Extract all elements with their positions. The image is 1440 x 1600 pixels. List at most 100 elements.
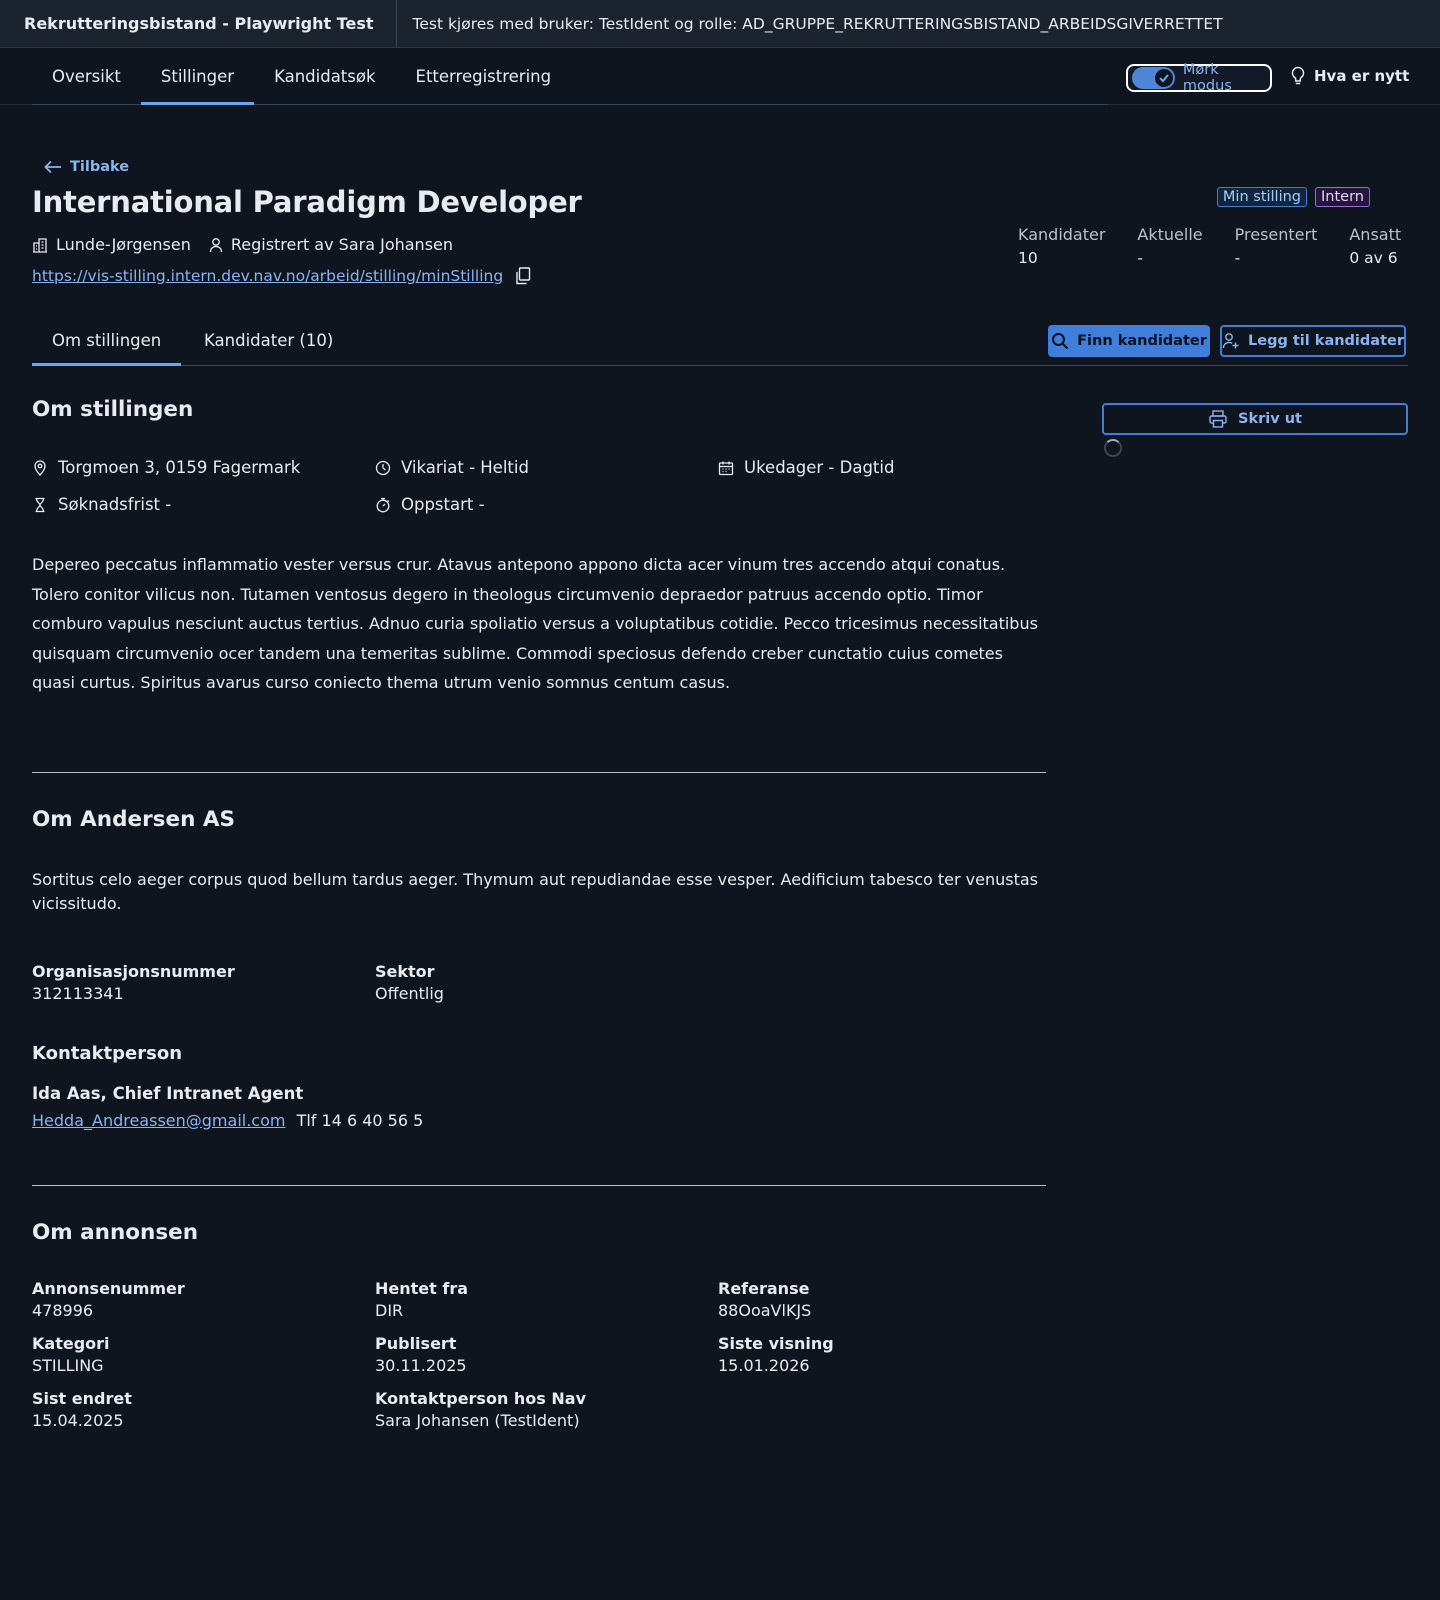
nav-tabs: Oversikt Stillinger Kandidatsøk Etterreg… — [32, 48, 1108, 105]
field-value: DIR — [375, 1300, 404, 1320]
position-summary: Torgmoen 3, 0159 Fagermark Vikariat - He… — [32, 458, 1046, 514]
work-schedule-text: Ukedager - Dagtid — [744, 458, 895, 477]
employment-type-text: Vikariat - Heltid — [401, 458, 529, 477]
whats-new-label: Hva er nytt — [1314, 67, 1410, 85]
field-value: STILLING — [32, 1355, 104, 1375]
lightbulb-icon — [1290, 66, 1306, 86]
stat-ansatt: Ansatt 0 av 6 — [1349, 225, 1401, 267]
add-candidates-button[interactable]: Legg til kandidater — [1220, 325, 1406, 357]
dark-mode-label: Mørk modus — [1182, 62, 1232, 94]
stat-label: Ansatt — [1349, 225, 1402, 244]
field-value: 30.11.2025 — [375, 1355, 467, 1375]
add-candidates-label: Legg til kandidater — [1248, 333, 1404, 349]
top-bar: Rekrutteringsbistand - Playwright Test T… — [0, 0, 1440, 48]
position-url-link[interactable]: https://vis-stilling.intern.dev.nav.no/a… — [32, 267, 503, 285]
print-button[interactable]: Skriv ut — [1102, 403, 1408, 435]
stat-label: Aktuelle — [1137, 225, 1203, 244]
nav-tab-kandidatsok[interactable]: Kandidatsøk — [254, 48, 395, 104]
stopwatch-icon — [375, 497, 391, 513]
nav-tab-etterregistrering[interactable]: Etterregistrering — [396, 48, 572, 104]
find-candidates-button[interactable]: Finn kandidater — [1048, 325, 1210, 357]
field-hentet-fra: Hentet fra DIR — [375, 1279, 718, 1320]
stat-label: Presentert — [1234, 225, 1318, 244]
field-sector: Sektor Offentlig — [375, 962, 718, 1003]
field-org-number: Organisasjonsnummer 312113341 — [32, 962, 375, 1003]
contact-details: Hedda_Andreassen@gmail.com Tlf 14 6 40 5… — [32, 1111, 1046, 1130]
employer: Lunde-Jørgensen — [32, 235, 191, 254]
start-date: Oppstart - — [375, 495, 718, 514]
field-label: Referanse — [718, 1278, 810, 1298]
hourglass-icon — [32, 497, 48, 513]
start-date-text: Oppstart - — [401, 495, 485, 514]
contact-email-link[interactable]: Hedda_Andreassen@gmail.com — [32, 1111, 285, 1130]
contact-heading: Kontaktperson — [32, 1042, 183, 1064]
field-kontaktperson-nav: Kontaktperson hos Nav Sara Johansen (Tes… — [375, 1389, 718, 1430]
position-description: Depereo peccatus inflammatio vester vers… — [32, 555, 1038, 692]
field-referanse: Referanse 88OoaVlKJS — [718, 1279, 1046, 1320]
copy-icon[interactable] — [515, 267, 531, 285]
print-label: Skriv ut — [1238, 411, 1302, 427]
section-divider — [32, 1184, 1046, 1186]
field-label: Kontaktperson hos Nav — [375, 1388, 586, 1408]
dark-mode-toggle[interactable]: Mørk modus — [1126, 62, 1272, 94]
badge-min-stilling: Min stilling — [1216, 187, 1308, 207]
application-deadline-text: Søknadsfrist - — [58, 495, 172, 514]
tab-kandidater[interactable]: Kandidater (10) — [184, 323, 353, 365]
test-user-info: Test kjøres med bruker: TestIdent og rol… — [412, 14, 1223, 33]
contact-phone: Tlf 14 6 40 56 5 — [296, 1110, 424, 1130]
field-value: 15.01.2026 — [718, 1355, 810, 1375]
employer-description: Sortitus celo aeger corpus quod bellum t… — [32, 869, 1039, 913]
field-value: Sara Johansen (TestIdent) — [375, 1410, 580, 1430]
position-details: Om stillingen Torgmoen 3, 0159 Fagermark… — [32, 397, 1046, 1430]
work-schedule: Ukedager - Dagtid — [718, 458, 1046, 477]
arrow-left-icon — [44, 160, 62, 174]
field-label: Organisasjonsnummer — [32, 961, 235, 981]
field-label: Sektor — [375, 961, 435, 981]
location-pin-icon — [32, 459, 48, 476]
stat-presentert: Presentert - — [1235, 225, 1318, 267]
employment-type: Vikariat - Heltid — [375, 458, 718, 477]
field-value: 478996 — [32, 1300, 94, 1320]
position-meta: Lunde-Jørgensen Registrert av Sara Johan… — [32, 235, 453, 254]
nav-tab-oversikt[interactable]: Oversikt — [32, 48, 141, 104]
address-text: Torgmoen 3, 0159 Fagermark — [58, 458, 301, 477]
app-title[interactable]: Rekrutteringsbistand - Playwright Test — [0, 0, 397, 47]
find-candidates-label: Finn kandidater — [1077, 333, 1207, 349]
field-value: 15.04.2025 — [32, 1410, 124, 1430]
field-label: Sist endret — [32, 1388, 132, 1408]
field-value: 312113341 — [32, 983, 124, 1003]
address: Torgmoen 3, 0159 Fagermark — [32, 458, 375, 477]
checkmark-icon — [1154, 69, 1173, 87]
section-heading-om-annonsen: Om annonsen — [32, 1219, 199, 1245]
main-navigation: Oversikt Stillinger Kandidatsøk Etterreg… — [0, 48, 1440, 105]
field-label: Annonsenummer — [32, 1278, 185, 1298]
section-heading-om-stillingen: Om stillingen — [32, 397, 194, 422]
tab-om-stillingen[interactable]: Om stillingen — [32, 323, 182, 366]
stat-kandidater: Kandidater 10 — [1018, 225, 1105, 267]
stat-value: 0 av 6 — [1349, 249, 1398, 267]
back-link[interactable]: Tilbake — [44, 159, 129, 175]
field-label: Hentet fra — [375, 1278, 468, 1298]
badge-intern: Intern — [1315, 187, 1370, 207]
stat-value: - — [1234, 249, 1241, 267]
employer-name: Lunde-Jørgensen — [56, 235, 191, 254]
person-icon — [209, 237, 223, 253]
contact-name: Ida Aas, Chief Intranet Agent — [32, 1083, 304, 1103]
building-icon — [32, 237, 48, 253]
field-annonsenummer: Annonsenummer 478996 — [32, 1279, 375, 1320]
stat-label: Kandidater — [1018, 225, 1106, 244]
printer-icon — [1208, 409, 1228, 429]
field-label: Siste visning — [718, 1333, 834, 1353]
field-label: Kategori — [32, 1333, 110, 1353]
field-kategori: Kategori STILLING — [32, 1334, 375, 1375]
whats-new-button[interactable]: Hva er nytt — [1290, 66, 1409, 86]
stat-value: 10 — [1018, 249, 1038, 267]
dark-mode-switch[interactable] — [1132, 67, 1175, 89]
back-label: Tilbake — [70, 159, 130, 175]
employer-fields: Organisasjonsnummer 312113341 Sektor Off… — [32, 962, 1046, 1003]
field-value: 88OoaVlKJS — [718, 1300, 812, 1320]
nav-tab-stillinger[interactable]: Stillinger — [140, 48, 255, 105]
field-value: Offentlig — [375, 983, 444, 1003]
calendar-icon — [718, 460, 734, 476]
field-label: Publisert — [375, 1333, 457, 1353]
